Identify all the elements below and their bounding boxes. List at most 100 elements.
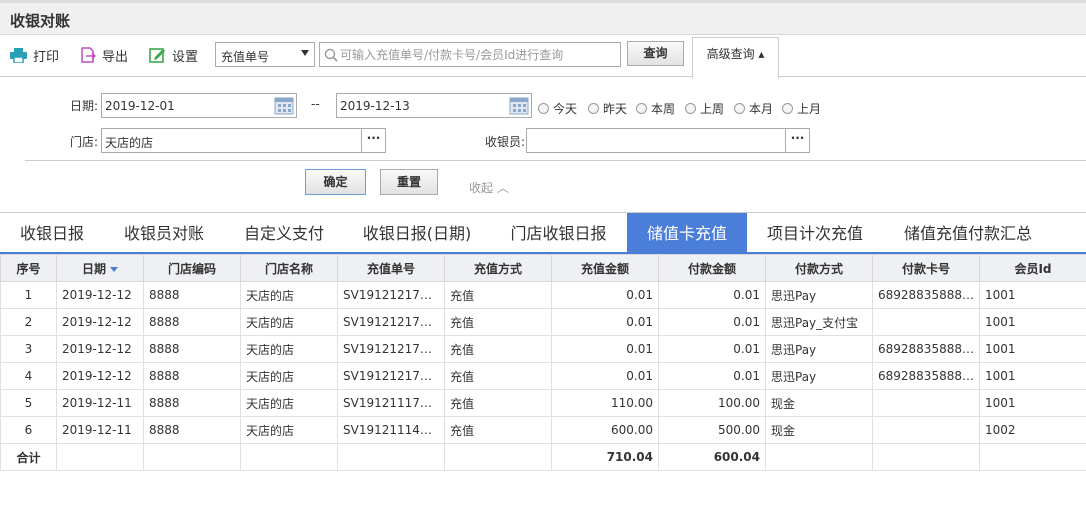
reset-button[interactable]: 重置: [380, 169, 438, 195]
tab-stored-value-recharge[interactable]: 储值卡充值: [627, 213, 747, 253]
tab-store-cashier-daily[interactable]: 门店收银日报: [490, 213, 627, 253]
search-icon: [324, 48, 338, 62]
cell: 689288358888...: [872, 281, 980, 309]
radio-last-week[interactable]: 上周: [685, 100, 724, 117]
edit-settings-icon: [149, 48, 165, 63]
cell: 1001: [979, 281, 1086, 309]
date-label: 日期:: [69, 99, 98, 113]
radio-last-month[interactable]: 上月: [782, 100, 821, 117]
cell: 6: [0, 416, 57, 444]
tab-recharge-payment-summary[interactable]: 储值充值付款汇总: [883, 213, 1053, 253]
cell: [872, 308, 980, 336]
recharge-table: 序号 日期 门店编码 门店名称 充值单号 充值方式 充值金额 付款金额 付款方式…: [0, 254, 1086, 471]
column-header[interactable]: 充值方式: [444, 254, 552, 282]
cell: 5: [0, 389, 57, 417]
total-recharge-amount: 710.04: [551, 443, 659, 471]
cell: 2019-12-12: [56, 308, 144, 336]
column-header[interactable]: 序号: [0, 254, 57, 282]
cell: 689288358888...: [872, 335, 980, 363]
column-header[interactable]: 会员Id: [979, 254, 1086, 282]
table-row[interactable]: 6 2019-12-11 8888 天店的店 SV1912111411... 充值 600.…: [0, 416, 1086, 444]
table-row[interactable]: 5 2019-12-11 8888 天店的店 SV1912111739... 充值 110.…: [0, 389, 1086, 417]
export-button[interactable]: 导出: [80, 45, 128, 65]
radio-circle-icon: [734, 103, 745, 114]
column-header[interactable]: 门店名称: [240, 254, 338, 282]
column-header[interactable]: 门店编码: [143, 254, 241, 282]
table-row[interactable]: 2 2019-12-12 8888 天店的店 SV1912121736... 充值 0.01…: [0, 308, 1086, 336]
tab-cashier-reconcile[interactable]: 收银员对账: [104, 213, 224, 253]
cell: [143, 443, 241, 471]
tab-cashier-daily[interactable]: 收银日报: [0, 213, 104, 253]
cell: 8888: [143, 362, 241, 390]
cell: 充值: [444, 362, 552, 390]
cell: SV1912121726...: [337, 281, 445, 309]
export-icon: [81, 47, 96, 63]
cell: 充值: [444, 281, 552, 309]
radio-circle-icon: [636, 103, 647, 114]
cell: 充值: [444, 416, 552, 444]
filter-divider: [25, 160, 1086, 161]
cell: SV1912121752...: [337, 362, 445, 390]
column-header[interactable]: 充值金额: [551, 254, 659, 282]
table-row[interactable]: 1 2019-12-12 8888 天店的店 SV1912121726... 充值 0.01…: [0, 281, 1086, 309]
cell: 0.01: [551, 308, 659, 336]
export-label: 导出: [102, 49, 129, 65]
search-type-select[interactable]: 充值单号: [215, 42, 315, 67]
cashier-field[interactable]: ···: [526, 128, 810, 153]
store-field[interactable]: 天店的店 ···: [101, 128, 386, 153]
date-from-value: 2019-12-01: [105, 99, 175, 113]
report-tabs: 收银日报 收银员对账 自定义支付 收银日报(日期) 门店收银日报 储值卡充值 项…: [0, 212, 1086, 254]
cell: 思迅Pay: [765, 362, 873, 390]
radio-this-week[interactable]: 本周: [636, 100, 675, 117]
search-box: [319, 42, 621, 67]
radio-this-month[interactable]: 本月: [734, 100, 773, 117]
cell: 0.01: [551, 335, 659, 363]
radio-circle-icon: [782, 103, 793, 114]
cell: 思迅Pay: [765, 335, 873, 363]
column-header[interactable]: 付款金额: [658, 254, 766, 282]
query-button[interactable]: 查询: [627, 41, 684, 66]
cell: 8888: [143, 281, 241, 309]
search-input[interactable]: [340, 45, 615, 64]
store-picker-button[interactable]: ···: [361, 129, 385, 152]
cell: 1001: [979, 389, 1086, 417]
collapse-link[interactable]: 收起 ︿: [469, 179, 509, 196]
date-to-field[interactable]: 2019-12-13: [336, 93, 532, 118]
print-button[interactable]: 打印: [10, 45, 59, 65]
cell: [872, 443, 980, 471]
column-header[interactable]: 充值单号: [337, 254, 445, 282]
cell: 1001: [979, 308, 1086, 336]
table-total-row: 合计 710.04 600.04: [0, 443, 1086, 471]
cell: 1001: [979, 335, 1086, 363]
tab-custom-payment[interactable]: 自定义支付: [224, 213, 344, 253]
settings-label: 设置: [172, 49, 199, 65]
calendar-icon[interactable]: [274, 96, 294, 115]
table-row[interactable]: 4 2019-12-12 8888 天店的店 SV1912121752... 充值 0.01…: [0, 362, 1086, 390]
cell: [872, 416, 980, 444]
cell: 天店的店: [240, 362, 338, 390]
cell: 2019-12-12: [56, 362, 144, 390]
confirm-button[interactable]: 确定: [305, 169, 366, 195]
date-separator: --: [311, 97, 320, 111]
column-header[interactable]: 付款卡号: [872, 254, 980, 282]
column-header-date[interactable]: 日期: [56, 254, 144, 282]
advanced-query-toggle[interactable]: 高级查询 ▴: [692, 37, 779, 79]
tab-cashier-daily-by-date[interactable]: 收银日报(日期): [344, 213, 490, 253]
radio-circle-icon: [538, 103, 549, 114]
radio-yesterday[interactable]: 昨天: [588, 100, 627, 117]
settings-button[interactable]: 设置: [149, 45, 198, 65]
cell: SV1912121751...: [337, 335, 445, 363]
table-row[interactable]: 3 2019-12-12 8888 天店的店 SV1912121751... 充值 0.01…: [0, 335, 1086, 363]
search-type-value: 充值单号: [221, 50, 270, 64]
cell: 8888: [143, 335, 241, 363]
cell: 1: [0, 281, 57, 309]
date-from-field[interactable]: 2019-12-01: [101, 93, 297, 118]
cell: 现金: [765, 416, 873, 444]
cashier-picker-button[interactable]: ···: [785, 129, 809, 152]
tab-count-recharge[interactable]: 项目计次充值: [747, 213, 883, 253]
radio-today[interactable]: 今天: [538, 100, 577, 117]
column-header[interactable]: 付款方式: [765, 254, 873, 282]
cell: 8888: [143, 416, 241, 444]
date-to-value: 2019-12-13: [340, 99, 410, 113]
calendar-icon[interactable]: [509, 96, 529, 115]
